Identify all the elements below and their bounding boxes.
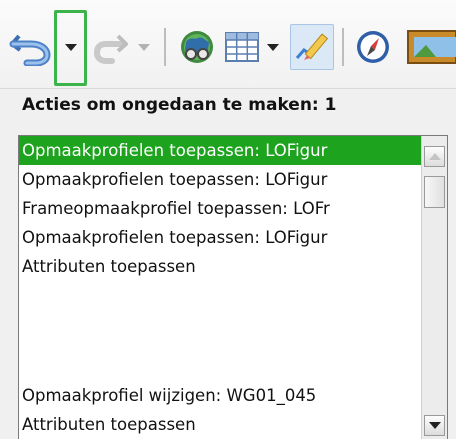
list-item[interactable] [19,310,423,339]
compass-icon [357,31,389,63]
list-item[interactable]: Opmaakprofielen toepassen: LOFigur [19,136,423,165]
navigator-button[interactable] [176,24,218,70]
redo-icon [94,34,128,64]
pencil-chart-icon [295,33,329,60]
gallery-frame-icon [407,30,456,64]
gallery-button[interactable] [404,24,456,70]
table-button[interactable] [222,24,262,70]
chevron-down-icon [267,43,279,51]
list-item[interactable]: Opmaakprofiel wijzigen: WG01_045 [19,381,423,410]
chevron-down-icon [138,43,150,51]
compass-button[interactable] [352,24,394,70]
redo-dropdown[interactable] [134,24,154,70]
list-item[interactable]: Frameopmaakprofiel toepassen: LOFr [19,194,423,223]
arrow-down-icon [428,422,441,429]
scroll-thumb[interactable] [424,176,445,208]
table-dropdown[interactable] [264,24,282,70]
panel-title: Acties om ongedaan te maken: 1 [22,95,337,115]
undo-actions-items: Opmaakprofielen toepassen: LOFigur Opmaa… [19,136,423,439]
toolbar-separator [164,28,166,66]
table-grid-icon [225,32,259,62]
undo-icon [9,34,51,66]
toolbar-separator [342,28,344,66]
list-item[interactable] [19,339,423,368]
draw-functions-button[interactable] [290,24,334,70]
navigator-icon [181,31,213,63]
arrow-up-icon [428,153,441,160]
list-item[interactable]: Opmaakprofielen toepassen: LOFigur [19,165,423,194]
scroll-down-button[interactable] [424,415,445,436]
list-item[interactable]: Opmaakprofielen toepassen: LOFigur [19,223,423,252]
vertical-scrollbar[interactable] [421,136,447,439]
undo-button[interactable] [8,24,52,70]
list-item[interactable]: Attributen toepassen [19,252,423,281]
undo-dropdown-screenshot: Acties om ongedaan te maken: 1 Opmaakpro… [0,0,456,439]
undo-actions-list[interactable]: Opmaakprofielen toepassen: LOFigur Opmaa… [18,135,448,439]
list-item[interactable] [19,281,423,310]
list-item[interactable]: Attributen toepassen [19,410,423,439]
chevron-down-icon [64,43,77,51]
scroll-up-button[interactable] [424,146,445,167]
redo-button[interactable] [92,24,132,70]
standard-toolbar [0,0,456,88]
undo-actions-panel: Acties om ongedaan te maken: 1 Opmaakpro… [0,88,456,439]
undo-dropdown[interactable] [58,24,83,70]
